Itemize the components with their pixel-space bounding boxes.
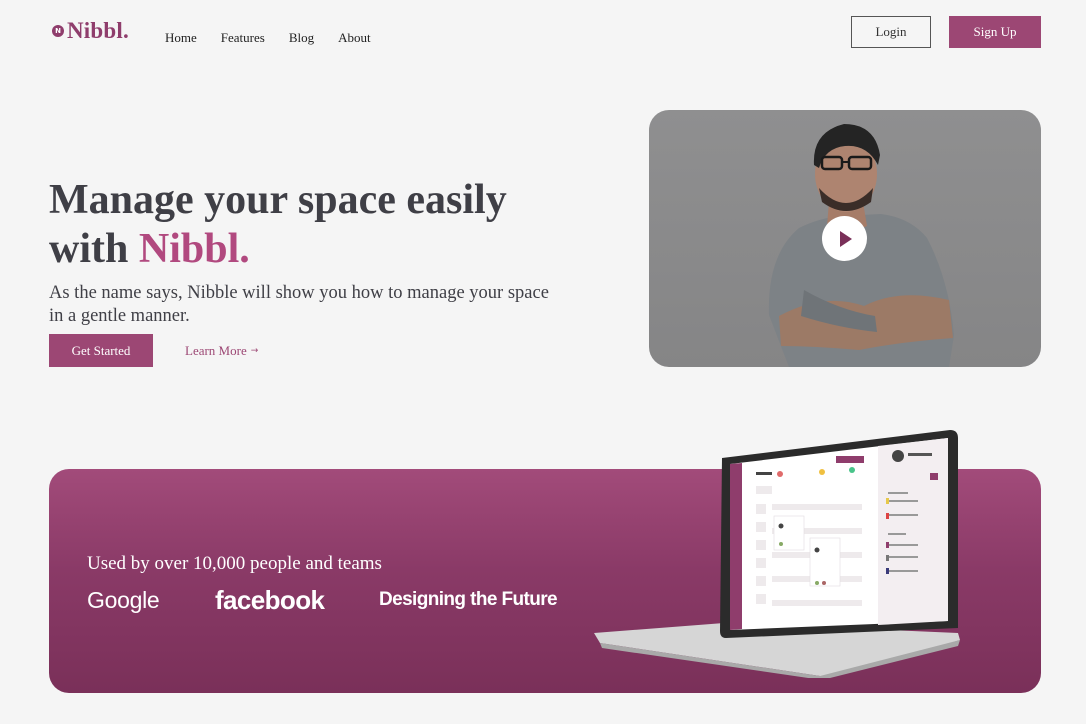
signup-button[interactable]: Sign Up bbox=[949, 16, 1041, 48]
get-started-button[interactable]: Get Started bbox=[49, 334, 153, 367]
play-button[interactable] bbox=[822, 216, 867, 261]
arrow-right-icon: → bbox=[250, 346, 259, 356]
nav-home[interactable]: Home bbox=[165, 30, 197, 46]
login-button[interactable]: Login bbox=[851, 16, 931, 48]
nav-about[interactable]: About bbox=[338, 30, 371, 46]
hero-title-accent: Nibbl. bbox=[138, 226, 250, 272]
play-icon bbox=[839, 230, 852, 247]
laptop-mockup-image bbox=[594, 430, 960, 678]
learn-more-link[interactable]: Learn More → bbox=[185, 343, 258, 359]
hero-title-line1: Manage your space easily bbox=[49, 177, 507, 223]
used-by-text: Used by over 10,000 people and teams bbox=[87, 553, 382, 574]
nav-features[interactable]: Features bbox=[221, 30, 265, 46]
hero-title: Manage your space easily with Nibbl. bbox=[49, 176, 569, 274]
learn-more-label: Learn More bbox=[185, 343, 247, 358]
logo-text: Nibbl. bbox=[67, 18, 129, 43]
logo-mark-icon: N bbox=[52, 25, 64, 37]
brand-logo-facebook: facebook bbox=[215, 585, 325, 615]
main-nav: Home Features Blog About bbox=[165, 30, 395, 46]
nav-blog[interactable]: Blog bbox=[289, 30, 314, 46]
landing-page: N Nibbl. Home Features Blog About Login … bbox=[0, 0, 1086, 724]
brand-logo-google: Google bbox=[87, 587, 160, 613]
logo[interactable]: N Nibbl. bbox=[52, 18, 129, 44]
brand-logo-designing-the-future: Designing the Future bbox=[379, 589, 558, 610]
hero-title-line2-prefix: with bbox=[49, 226, 139, 272]
hero-subtitle: As the name says, Nibble will show you h… bbox=[49, 283, 549, 326]
